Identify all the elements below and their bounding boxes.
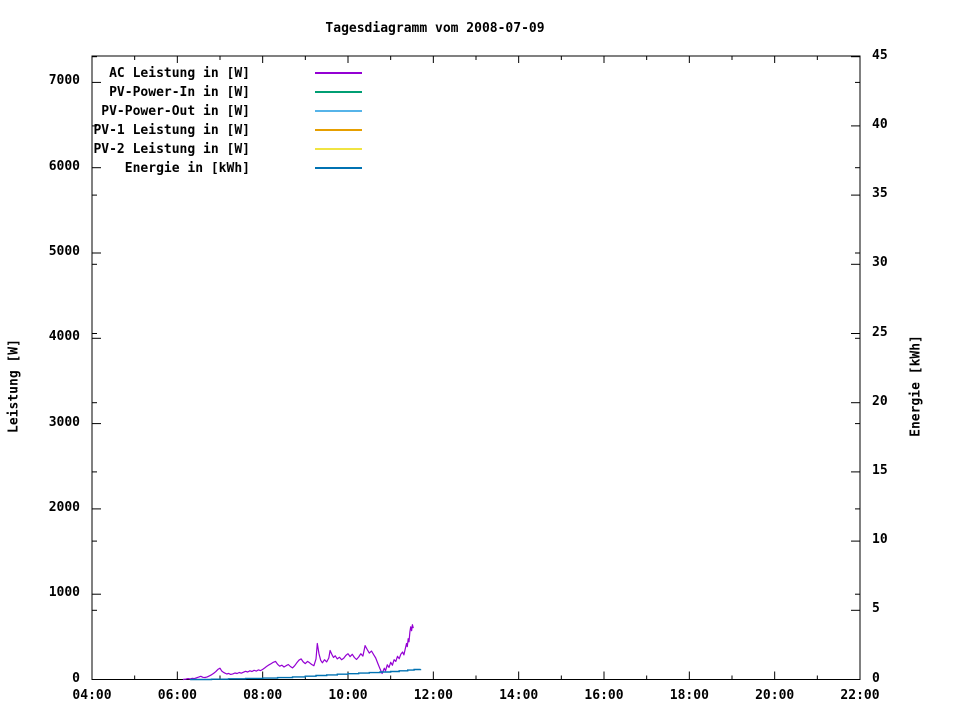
y-right-tick-label: 25: [872, 324, 888, 340]
x-tick-label: 22:00: [840, 688, 880, 703]
y-right-tick-label: 15: [872, 462, 888, 478]
x-tick-label: 16:00: [584, 688, 624, 703]
y-right-tick-label: 5: [872, 601, 880, 617]
x-tick-label: 06:00: [157, 688, 197, 703]
legend-label: PV-2 Leistung in [W]: [93, 142, 250, 157]
legend-label: PV-1 Leistung in [W]: [93, 123, 250, 138]
legend-line-sample: [315, 167, 362, 169]
legend: AC Leistung in [W] PV-Power-In in [W] PV…: [90, 64, 362, 178]
legend-item: PV-1 Leistung in [W]: [90, 121, 362, 140]
legend-label: PV-Power-In in [W]: [109, 85, 250, 100]
legend-item: PV-Power-Out in [W]: [90, 102, 362, 121]
y-left-tick-label: 1000: [48, 585, 80, 601]
legend-item: Energie in [kWh]: [90, 159, 362, 178]
legend-line-sample: [315, 148, 362, 150]
legend-line-sample: [315, 72, 362, 74]
x-tick-label: 20:00: [755, 688, 795, 703]
y-left-tick-label: 5000: [48, 244, 80, 259]
legend-line-sample: [315, 91, 362, 93]
x-tick-label: 08:00: [243, 688, 283, 703]
legend-item: PV-Power-In in [W]: [90, 83, 362, 102]
chart-canvas: Tagesdiagramm vom 2008-07-09 Leistung [W…: [0, 0, 960, 720]
legend-item: PV-2 Leistung in [W]: [90, 140, 362, 159]
y-right-tick-label: 40: [872, 116, 888, 132]
x-tick-label: 18:00: [669, 688, 709, 703]
y-left-tick-label: 2000: [48, 499, 80, 515]
series-line: [182, 624, 414, 681]
x-tick-label: 10:00: [328, 688, 368, 703]
y-right-tick-label: 45: [872, 47, 888, 63]
legend-line-sample: [315, 110, 362, 112]
legend-line-sample: [315, 129, 362, 131]
x-tick-label: 12:00: [413, 688, 453, 703]
legend-label: AC Leistung in [W]: [109, 66, 250, 81]
x-tick-label: 04:00: [72, 688, 112, 703]
y-right-tick-label: 20: [872, 393, 888, 409]
legend-label: PV-Power-Out in [W]: [101, 104, 250, 119]
y-left-tick-label: 4000: [48, 329, 80, 345]
y-right-tick-label: 0: [872, 670, 880, 686]
x-tick-label: 14:00: [499, 688, 539, 703]
legend-label: Energie in [kWh]: [124, 161, 250, 176]
y-left-tick-label: 0: [72, 670, 80, 686]
y-left-tick-label: 6000: [48, 158, 80, 174]
y-left-tick-label: 7000: [48, 73, 80, 89]
y-right-tick-label: 10: [872, 532, 888, 548]
legend-item: AC Leistung in [W]: [90, 64, 362, 83]
y-left-tick-label: 3000: [48, 414, 80, 430]
y-right-tick-label: 30: [872, 255, 888, 271]
y-right-tick-label: 35: [872, 186, 888, 202]
